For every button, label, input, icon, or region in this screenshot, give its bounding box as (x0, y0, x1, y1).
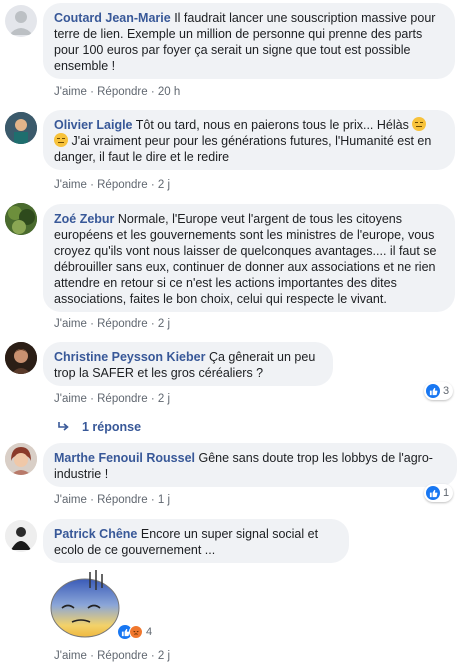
comment-bubble: Christine Peysson Kieber Ça gênerait un … (43, 342, 333, 386)
reply-link[interactable]: Répondre (97, 86, 148, 98)
like-reaction-icon (426, 384, 440, 398)
separator: · (150, 86, 155, 98)
timestamp[interactable]: 2 j (158, 650, 170, 662)
comment-author[interactable]: Christine Peysson Kieber (54, 350, 205, 364)
replies-count[interactable]: 1 réponse (82, 420, 141, 434)
separator: · (150, 494, 155, 506)
comment-author[interactable]: Patrick Chêne (54, 527, 137, 541)
reaction-number: 4 (146, 626, 153, 638)
sticker-emoji-sweating-icon (48, 570, 124, 638)
comment-actions: J'aime · Répondre · 2 j (54, 650, 170, 662)
separator: · (150, 393, 155, 405)
view-replies-link[interactable]: 1 réponse (58, 420, 141, 434)
like-reaction-icon (426, 486, 440, 500)
comment-author[interactable]: Marthe Fenouil Roussel (54, 451, 195, 465)
emoji-expressionless-icon (412, 117, 427, 131)
reply-link[interactable]: Répondre (97, 393, 148, 405)
timestamp[interactable]: 2 j (158, 179, 170, 191)
avatar[interactable] (5, 112, 37, 144)
comment-actions: J'aime · Répondre · 20 h (54, 86, 180, 98)
separator: · (90, 86, 94, 98)
comment-actions: J'aime · Répondre · 2 j (54, 393, 170, 405)
reaction-number: 1 (443, 487, 450, 499)
like-link[interactable]: J'aime (54, 318, 87, 330)
comment-actions: J'aime · Répondre · 1 j (54, 494, 170, 506)
comment-actions: J'aime · Répondre · 2 j (54, 318, 170, 330)
timestamp[interactable]: 2 j (158, 393, 170, 405)
like-link[interactable]: J'aime (54, 86, 87, 98)
reply-link[interactable]: Répondre (97, 494, 148, 506)
reply-arrow-icon (58, 422, 70, 432)
comment-bubble: Coutard Jean-Marie Il faudrait lancer un… (43, 3, 455, 79)
comment-bubble: Olivier Laigle Tôt ou tard, nous en paie… (43, 110, 455, 170)
angry-reaction-icon (129, 625, 143, 639)
timestamp[interactable]: 20 h (158, 86, 180, 98)
comment-text-continued: J'ai vraiment peur pour les générations … (54, 134, 432, 164)
separator: · (90, 494, 94, 506)
comment-bubble: Zoé Zebur Normale, l'Europe veut l'argen… (43, 204, 455, 312)
reaction-number: 3 (443, 385, 450, 397)
separator: · (150, 318, 155, 330)
comment-author[interactable]: Coutard Jean-Marie (54, 11, 171, 25)
like-link[interactable]: J'aime (54, 179, 87, 191)
reply-link[interactable]: Répondre (97, 179, 148, 191)
avatar[interactable] (5, 520, 37, 552)
timestamp[interactable]: 2 j (158, 318, 170, 330)
avatar[interactable] (5, 342, 37, 374)
timestamp[interactable]: 1 j (158, 494, 170, 506)
avatar[interactable] (5, 443, 37, 475)
separator: · (150, 650, 155, 662)
comment-bubble: Patrick Chêne Encore un super signal soc… (43, 519, 349, 563)
avatar[interactable] (5, 5, 37, 37)
like-link[interactable]: J'aime (54, 393, 87, 405)
reaction-count[interactable]: 4 (116, 623, 156, 641)
like-link[interactable]: J'aime (54, 650, 87, 662)
reply-link[interactable]: Répondre (97, 318, 148, 330)
reaction-count[interactable]: 3 (424, 382, 454, 400)
separator: · (90, 179, 94, 191)
separator: · (150, 179, 155, 191)
comment-author[interactable]: Zoé Zebur (54, 212, 114, 226)
emoji-expressionless-icon (54, 133, 68, 147)
separator: · (90, 393, 94, 405)
reply-link[interactable]: Répondre (97, 650, 148, 662)
comment-text: Tôt ou tard, nous en paierons tous le pr… (135, 118, 413, 132)
comment-text: Normale, l'Europe veut l'argent de tous … (54, 212, 437, 306)
like-link[interactable]: J'aime (54, 494, 87, 506)
reaction-count[interactable]: 1 (424, 484, 454, 502)
avatar[interactable] (5, 203, 37, 235)
comment-actions: J'aime · Répondre · 2 j (54, 179, 170, 191)
separator: · (90, 318, 94, 330)
comment-bubble: Marthe Fenouil Roussel Gêne sans doute t… (43, 443, 457, 487)
separator: · (90, 650, 94, 662)
comment-author[interactable]: Olivier Laigle (54, 118, 133, 132)
